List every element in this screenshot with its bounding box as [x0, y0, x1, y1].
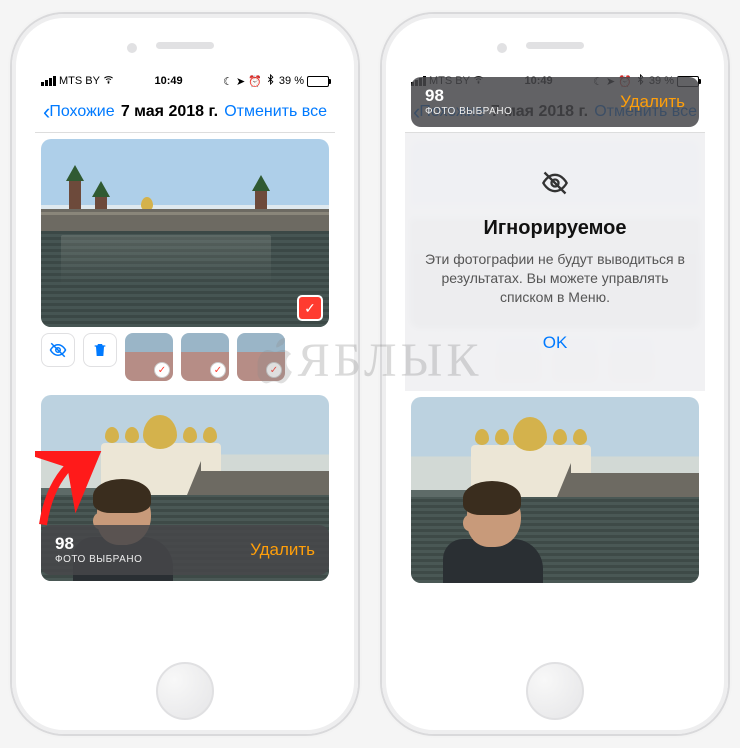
- back-label: Похожие: [49, 103, 114, 121]
- trash-button[interactable]: [83, 333, 117, 367]
- delete-button[interactable]: Удалить: [250, 540, 315, 560]
- front-camera: [127, 43, 137, 53]
- page-title: 7 мая 2018 г.: [121, 103, 218, 121]
- check-icon: ✓: [266, 362, 282, 378]
- selected-check-icon: ✓: [297, 295, 323, 321]
- alert-ok-button[interactable]: OK: [523, 325, 588, 361]
- thumb-1[interactable]: ✓: [125, 333, 173, 381]
- carrier-label: MTS BY: [59, 75, 100, 87]
- nav-bar: ‹ Похожие 7 мая 2018 г. Отменить все: [35, 91, 335, 133]
- alert-body: Эти фотографии не будут выводиться в рез…: [425, 250, 685, 307]
- selected-count: 98: [55, 534, 142, 554]
- bluetooth-icon: [265, 74, 276, 88]
- selection-footer: 98 ФОТО ВЫБРАНО Удалить: [411, 77, 699, 127]
- selected-label: ФОТО ВЫБРАНО: [425, 106, 512, 118]
- speaker: [156, 42, 214, 49]
- thumb-3[interactable]: ✓: [237, 333, 285, 381]
- alert-title: Игнорируемое: [483, 217, 626, 240]
- back-button[interactable]: ‹ Похожие: [43, 101, 115, 123]
- selection-footer: 98 ФОТО ВЫБРАНО Удалить: [41, 525, 329, 575]
- device-frame: MTS BY 10:49 ☾ ➤ ⏰ 39 %: [382, 14, 728, 734]
- device-frame: MTS BY 10:49 ☾ ➤ ⏰ 39 %: [12, 14, 358, 734]
- home-button[interactable]: [526, 662, 584, 720]
- next-photo-large[interactable]: [411, 397, 699, 583]
- front-camera: [497, 43, 507, 53]
- ignore-button[interactable]: [41, 333, 75, 367]
- check-icon: ✓: [154, 362, 170, 378]
- location-icon: ➤: [236, 75, 245, 88]
- hide-icon: [535, 163, 575, 203]
- screen: MTS BY 10:49 ☾ ➤ ⏰ 39 %: [405, 71, 705, 611]
- dnd-moon-icon: ☾: [223, 75, 233, 88]
- alarm-icon: ⏰: [248, 75, 262, 88]
- ignore-alert: Игнорируемое Эти фотографии не будут выв…: [405, 133, 705, 391]
- trash-icon: [92, 342, 108, 358]
- thumb-2[interactable]: ✓: [181, 333, 229, 381]
- phone-right: MTS BY 10:49 ☾ ➤ ⏰ 39 %: [370, 0, 740, 748]
- check-icon: ✓: [210, 362, 226, 378]
- selected-photo-large[interactable]: ✓: [41, 139, 329, 327]
- wifi-icon: [103, 74, 114, 88]
- battery-icon: [307, 76, 329, 87]
- selected-label: ФОТО ВЫБРАНО: [55, 554, 142, 566]
- status-bar: MTS BY 10:49 ☾ ➤ ⏰ 39 %: [35, 71, 335, 91]
- selected-count: 98: [425, 86, 512, 106]
- content: ✓: [35, 139, 335, 581]
- phone-left: MTS BY 10:49 ☾ ➤ ⏰ 39 %: [0, 0, 370, 748]
- speaker: [526, 42, 584, 49]
- delete-button[interactable]: Удалить: [620, 92, 685, 112]
- signal-icon: [41, 76, 56, 86]
- status-time: 10:49: [154, 75, 182, 87]
- thumbnail-row: ✓ ✓ ✓: [41, 333, 329, 389]
- battery-pct: 39 %: [279, 75, 304, 87]
- hide-icon: [49, 341, 67, 359]
- home-button[interactable]: [156, 662, 214, 720]
- screen: MTS BY 10:49 ☾ ➤ ⏰ 39 %: [35, 71, 335, 611]
- cancel-all-button[interactable]: Отменить все: [224, 103, 327, 121]
